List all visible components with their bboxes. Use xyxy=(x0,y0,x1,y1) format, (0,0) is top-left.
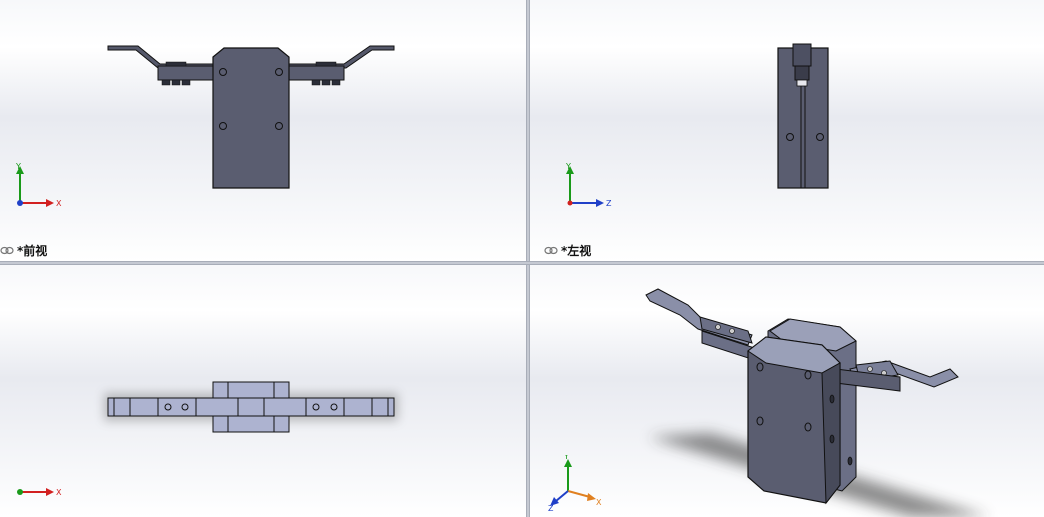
axis-x-label: X xyxy=(56,488,62,497)
top-viewport[interactable]: X xyxy=(0,265,526,517)
axis-triad-top: X xyxy=(17,488,62,497)
axis-triad-iso: Y X Z xyxy=(548,455,602,511)
part-top-view xyxy=(104,381,398,433)
viewport-name-left: *左视 xyxy=(561,244,592,258)
link-views-icon xyxy=(0,246,14,255)
viewport-splitter-vertical[interactable] xyxy=(526,0,530,517)
part-left-view xyxy=(777,43,829,189)
left-viewport[interactable]: Y Z *左视 xyxy=(530,0,1044,261)
axis-y-label: Y xyxy=(563,455,569,461)
axis-x-label: X xyxy=(596,498,602,507)
isometric-viewport[interactable]: Y X Z xyxy=(530,265,1044,517)
axis-x-label: X xyxy=(56,199,62,208)
viewport-name-front: *前视 xyxy=(17,244,48,258)
part-isometric-view xyxy=(645,288,990,517)
axis-z-label: Z xyxy=(606,199,612,208)
axis-z-label: Z xyxy=(548,504,554,511)
part-front-view xyxy=(107,45,395,189)
viewport-splitter-horizontal[interactable] xyxy=(0,261,1044,265)
axis-triad-front: Y X xyxy=(15,162,62,208)
axis-y-label: Y xyxy=(15,162,21,171)
front-viewport[interactable]: Y X *前视 xyxy=(0,0,526,261)
link-views-icon xyxy=(544,246,558,255)
viewport-label-front: *前视 xyxy=(0,242,47,259)
viewport-label-left: *左视 xyxy=(544,242,591,259)
axis-triad-left: Y Z xyxy=(565,162,612,208)
axis-y-label: Y xyxy=(565,162,571,171)
